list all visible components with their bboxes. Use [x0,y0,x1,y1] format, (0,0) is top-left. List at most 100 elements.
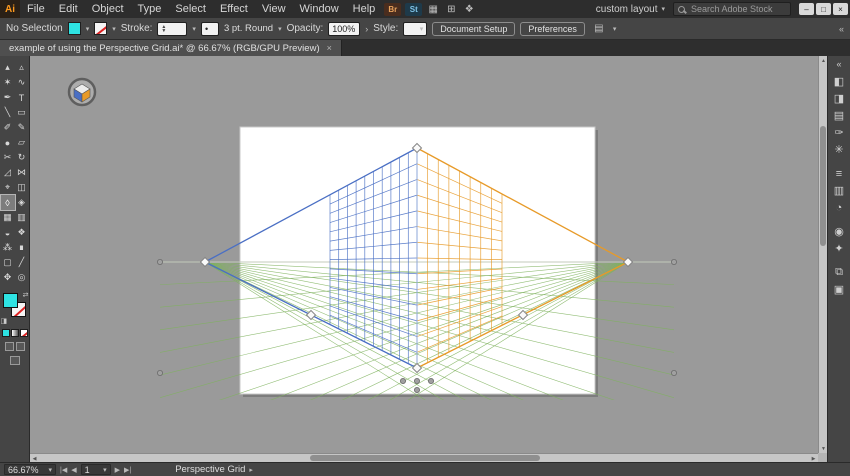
perspective-selection-tool[interactable]: ◈ [15,195,29,210]
lasso-tool[interactable]: ∿ [15,75,29,90]
menu-window[interactable]: Window [293,0,346,18]
zoom-level-select[interactable]: 66.67% ▾ [4,464,56,475]
minimize-button[interactable]: – [799,3,814,15]
appearance-panel-icon[interactable]: ◉ [828,223,850,240]
search-input[interactable] [689,3,786,15]
first-artboard-button[interactable]: |◀ [60,466,67,474]
vertical-scroll-thumb[interactable] [820,126,826,246]
expand-panels-icon[interactable]: « [836,59,841,69]
gradient-button[interactable] [10,329,19,337]
selection-tool[interactable]: ▴ [1,60,15,75]
menu-help[interactable]: Help [346,0,383,18]
brush-preview-field[interactable]: • [200,21,219,36]
transparency-panel-icon[interactable]: ◔ [828,199,850,216]
menu-file[interactable]: File [20,0,52,18]
width-tool[interactable]: ⋈ [15,165,29,180]
share-icon[interactable]: ❖ [461,2,477,16]
color-guide-panel-icon[interactable]: ◨ [828,90,850,107]
scroll-up-icon[interactable]: ▲ [819,56,828,65]
symbol-sprayer-tool[interactable]: ⁂ [1,240,15,255]
menu-select[interactable]: Select [168,0,213,18]
stroke-weight-stepper[interactable]: ▲ ▼ [157,21,188,36]
symbols-panel-icon[interactable]: ✳ [828,141,850,158]
menu-view[interactable]: View [255,0,293,18]
last-artboard-button[interactable]: ▶| [124,466,131,474]
gradient-panel-icon[interactable]: ▥ [828,182,850,199]
swap-fill-stroke-icon[interactable]: ⇄ [23,291,29,299]
screen-mode-icon[interactable] [9,356,20,365]
mesh-tool[interactable]: ▦ [1,210,15,225]
opacity-field[interactable]: 100% [328,21,361,36]
zoom-tool[interactable]: ◎ [15,270,29,285]
gradient-tool[interactable]: ▥ [15,210,29,225]
document-canvas[interactable] [30,56,827,462]
prev-artboard-button[interactable]: ◀ [71,466,76,474]
eraser-tool[interactable]: ▱ [15,135,29,150]
swatches-panel-icon[interactable]: ▤ [828,107,850,124]
adobe-stock-search[interactable] [673,2,791,16]
eyedropper-tool[interactable]: ◒ [1,225,15,240]
bridge-button[interactable]: Br [384,2,402,16]
arrange-documents-icon[interactable]: ▦ [425,2,441,16]
stroke-weight-caret-icon[interactable]: ▾ [192,25,196,33]
column-graph-tool[interactable]: ∎ [15,240,29,255]
fill-proxy-swatch[interactable] [2,293,18,308]
pen-tool[interactable]: ✒ [1,90,15,105]
menu-effect[interactable]: Effect [213,0,255,18]
rectangle-tool[interactable]: ▭ [15,105,29,120]
artboard-tool[interactable]: ▢ [1,255,15,270]
next-artboard-button[interactable]: ▶ [115,466,120,474]
stock-button[interactable]: St [405,2,423,16]
stroke-panel-icon[interactable]: ≡ [828,165,850,182]
magic-wand-tool[interactable]: ✶ [1,75,15,90]
draw-normal-icon[interactable] [4,342,14,351]
rotate-tool[interactable]: ↻ [15,150,29,165]
line-segment-tool[interactable]: ╲ [1,105,15,120]
restore-button[interactable]: □ [816,3,831,15]
stroke-caret-icon[interactable]: ▾ [112,25,116,33]
color-button[interactable] [1,329,10,337]
status-menu-arrow-icon[interactable]: ▸ [249,466,253,474]
status-indicator[interactable]: Perspective Grid [175,464,245,475]
brush-caret-icon[interactable]: ▾ [278,25,282,33]
close-button[interactable]: × [833,3,848,15]
layers-panel-icon[interactable]: ⧉ [828,264,850,281]
collapse-control-panel-icon[interactable]: « [839,24,844,34]
brushes-panel-icon[interactable]: ✑ [828,124,850,141]
paintbrush-tool[interactable]: ✐ [1,120,15,135]
artboard-select[interactable]: 1 ▾ [80,464,111,475]
slice-tool[interactable]: ╱ [15,255,29,270]
tab-close-icon[interactable]: × [327,43,332,53]
canvas-area[interactable]: ▲ ▼ ◀ ▶ [30,56,827,462]
blend-tool[interactable]: ❖ [15,225,29,240]
free-transform-tool[interactable]: ⌖ [1,180,15,195]
scroll-down-icon[interactable]: ▼ [819,444,828,453]
opacity-panel-arrow-icon[interactable]: › [365,24,368,34]
menu-object[interactable]: Object [85,0,131,18]
hand-tool[interactable]: ✥ [1,270,15,285]
horizontal-scroll-thumb[interactable] [310,455,540,461]
document-tab[interactable]: example of using the Perspective Grid.ai… [0,40,342,56]
scroll-right-icon[interactable]: ▶ [809,454,818,463]
workspace-layout-dropdown[interactable]: custom layout ▾ [588,4,673,15]
align-options-icon[interactable]: ▤ [591,22,607,36]
stepper-arrows-icon[interactable]: ▲ ▼ [161,24,166,33]
horizontal-scrollbar[interactable]: ◀ ▶ [30,453,818,462]
menu-type[interactable]: Type [131,0,169,18]
type-tool[interactable]: T [15,90,29,105]
scissors-tool[interactable]: ✂ [1,150,15,165]
none-button[interactable] [19,329,28,337]
brush-definition-dropdown[interactable]: 3 pt. Round [224,23,273,34]
color-panel-icon[interactable]: ◧ [828,73,850,90]
style-dropdown[interactable]: ▾ [403,21,428,36]
default-fill-stroke-icon[interactable]: ◨ [1,317,8,325]
graphic-styles-panel-icon[interactable]: ✦ [828,240,850,257]
pencil-tool[interactable]: ✎ [15,120,29,135]
vertical-scrollbar[interactable]: ▲ ▼ [818,56,827,453]
document-setup-button[interactable]: Document Setup [432,21,516,36]
scale-tool[interactable]: ◿ [1,165,15,180]
fill-color-swatch[interactable] [67,22,81,35]
preferences-button[interactable]: Preferences [520,21,585,36]
blob-brush-tool[interactable]: ● [1,135,15,150]
fill-caret-icon[interactable]: ▾ [86,25,90,33]
